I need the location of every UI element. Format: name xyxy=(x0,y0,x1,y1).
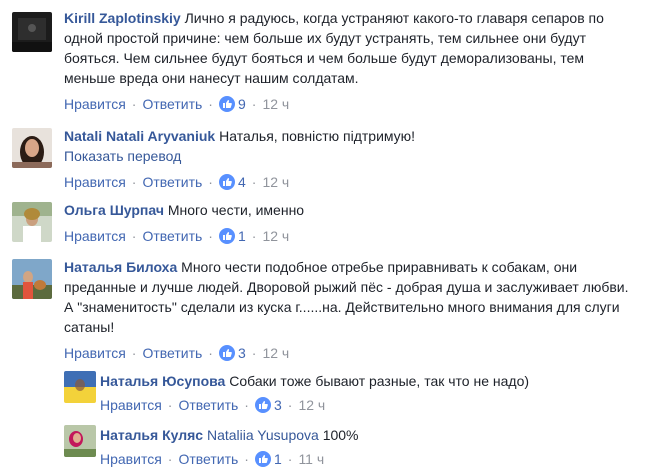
like-button[interactable]: Нравится xyxy=(64,226,126,246)
timestamp[interactable]: 12 ч xyxy=(298,395,325,415)
comment-actions: Нравится · Ответить · 9 · 12 ч xyxy=(64,94,634,114)
like-count-button[interactable]: 1 xyxy=(254,449,282,469)
comment-text-block: Kirill Zaplotinskiy Лично я радуюсь, ког… xyxy=(64,8,634,88)
separator: · xyxy=(251,228,257,244)
reply-button[interactable]: Ответить xyxy=(142,94,202,114)
separator: · xyxy=(208,228,213,244)
reply-text: Собаки тоже бывают разные, так что не на… xyxy=(229,373,530,389)
separator: · xyxy=(131,96,137,112)
separator: · xyxy=(131,228,137,244)
reply-button[interactable]: Ответить xyxy=(178,395,238,415)
reply-text-block: Наталья Куляс Nataliia Yusupova 100% xyxy=(100,425,640,445)
timestamp[interactable]: 12 ч xyxy=(262,226,289,246)
like-button[interactable]: Нравится xyxy=(64,94,126,114)
reply-button[interactable]: Ответить xyxy=(142,343,202,363)
avatar-image xyxy=(12,202,52,242)
avatar-image xyxy=(12,128,52,168)
like-count-button[interactable]: 1 xyxy=(218,226,246,246)
separator: · xyxy=(287,397,293,413)
comment-author[interactable]: Natali Natali Aryvaniuk xyxy=(64,128,215,144)
comment-text: Наталья, повністю підтримую! xyxy=(219,128,416,144)
comment-author[interactable]: Kirill Zaplotinskiy xyxy=(64,10,181,26)
like-count-button[interactable]: 3 xyxy=(218,343,246,363)
like-count: 3 xyxy=(273,397,282,413)
separator: · xyxy=(287,451,293,467)
see-translation-link[interactable]: Показать перевод xyxy=(64,146,634,166)
avatar-image xyxy=(64,371,96,403)
reply-button[interactable]: Ответить xyxy=(178,449,238,469)
timestamp[interactable]: 11 ч xyxy=(298,449,324,469)
reply-text: 100% xyxy=(322,427,359,443)
separator: · xyxy=(208,174,213,190)
like-button[interactable]: Нравится xyxy=(64,172,126,192)
like-count: 3 xyxy=(237,345,246,361)
like-count-button[interactable]: 4 xyxy=(218,172,246,192)
timestamp[interactable]: 12 ч xyxy=(262,343,289,363)
reply-actions: Нравится · Ответить · 3 · 12 ч xyxy=(100,395,640,415)
separator: · xyxy=(167,397,173,413)
like-button[interactable]: Нравится xyxy=(100,395,162,415)
like-button[interactable]: Нравится xyxy=(64,343,126,363)
avatar-image xyxy=(12,259,52,299)
avatar[interactable] xyxy=(12,259,52,299)
avatar[interactable] xyxy=(64,371,96,403)
avatar-image xyxy=(64,425,96,457)
avatar[interactable] xyxy=(64,425,96,457)
separator: · xyxy=(251,345,257,361)
separator: · xyxy=(208,345,213,361)
reply-button[interactable]: Ответить xyxy=(142,226,202,246)
reply-button[interactable]: Ответить xyxy=(142,172,202,192)
separator: · xyxy=(131,174,137,190)
comment-actions: Нравится · Ответить · 4 · 12 ч xyxy=(64,172,634,192)
separator: · xyxy=(131,345,137,361)
separator: · xyxy=(251,174,257,190)
comment-author[interactable]: Ольга Шурпач xyxy=(64,202,164,218)
reply-actions: Нравится · Ответить · 1 · 11 ч xyxy=(100,449,640,469)
separator: · xyxy=(208,96,213,112)
timestamp[interactable]: 12 ч xyxy=(262,172,289,192)
avatar[interactable] xyxy=(12,12,52,52)
like-button[interactable]: Нравится xyxy=(100,449,162,469)
comment-actions: Нравится · Ответить · 1 · 12 ч xyxy=(64,226,634,246)
reply-author[interactable]: Наталья Куляс xyxy=(100,427,203,443)
comment-text-block: Наталья Билоха Много чести подобное отре… xyxy=(64,257,634,337)
mention-link[interactable]: Nataliia Yusupova xyxy=(207,427,319,443)
like-count: 1 xyxy=(237,228,246,244)
comment-text-block: Natali Natali Aryvaniuk Наталья, повніст… xyxy=(64,126,634,146)
like-count: 4 xyxy=(237,174,246,190)
timestamp[interactable]: 12 ч xyxy=(262,94,289,114)
reply-text-block: Наталья Юсупова Собаки тоже бывают разны… xyxy=(100,371,640,391)
thumbs-up-icon xyxy=(218,96,235,112)
thumbs-up-icon xyxy=(254,451,271,467)
thumbs-up-icon xyxy=(218,345,235,361)
separator: · xyxy=(244,397,249,413)
comment-actions: Нравится · Ответить · 3 · 12 ч xyxy=(64,343,634,363)
separator: · xyxy=(167,451,173,467)
comment-text-block: Ольга Шурпач Много чести, именно xyxy=(64,200,634,220)
avatar[interactable] xyxy=(12,202,52,242)
thumbs-up-icon xyxy=(218,228,235,244)
thumbs-up-icon xyxy=(218,174,235,190)
thumbs-up-icon xyxy=(254,397,271,413)
like-count: 1 xyxy=(273,451,282,467)
like-count-button[interactable]: 9 xyxy=(218,94,246,114)
comment-author[interactable]: Наталья Билоха xyxy=(64,259,177,275)
avatar-image xyxy=(12,12,52,52)
reply-author[interactable]: Наталья Юсупова xyxy=(100,373,225,389)
separator: · xyxy=(244,451,249,467)
like-count: 9 xyxy=(237,96,246,112)
avatar[interactable] xyxy=(12,128,52,168)
separator: · xyxy=(251,96,257,112)
like-count-button[interactable]: 3 xyxy=(254,395,282,415)
comment-text: Много чести, именно xyxy=(167,202,305,218)
